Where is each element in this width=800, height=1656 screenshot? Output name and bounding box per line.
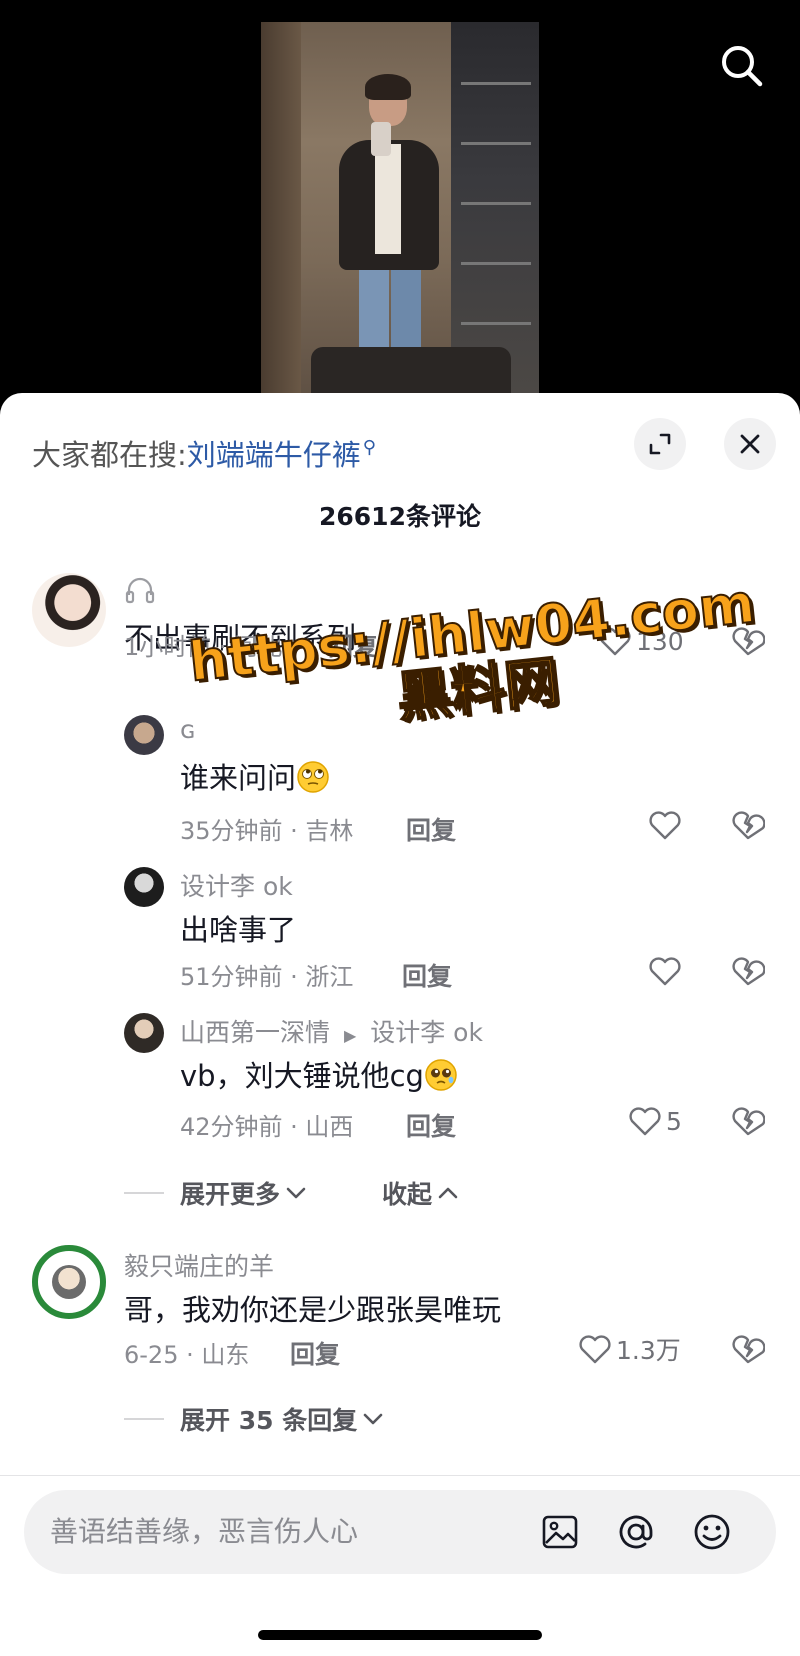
comment-username[interactable]: 毅只端庄的羊 [124,1247,274,1283]
chevron-up-icon [438,1187,458,1199]
heart-icon [629,1107,661,1136]
dislike-button[interactable] [728,1329,768,1369]
listening-icon [124,575,156,611]
comment-text: 谁来问问 [180,755,330,797]
dislike-button[interactable] [728,1101,768,1141]
avatar[interactable] [32,573,106,647]
broken-heart-icon [732,1107,765,1136]
image-button[interactable] [540,1512,580,1552]
reply-button[interactable]: 回复 [290,1335,340,1371]
reply-button[interactable]: 回复 [406,1107,456,1143]
hot-search-magnifier-icon: ⚲ [362,436,376,458]
comment-username[interactable]: ɢ [180,715,196,744]
chevron-down-icon [286,1187,306,1199]
avatar[interactable] [124,867,164,907]
like-button[interactable] [648,805,686,845]
like-button[interactable]: 5 [628,1101,682,1141]
comment-time-location: 6-25 · 山东 [124,1341,250,1369]
search-icon [722,46,763,87]
video-background-door [261,22,301,420]
video-frame[interactable] [261,22,539,420]
heart-icon [579,1335,611,1364]
search-button[interactable] [716,40,768,92]
comment-input[interactable]: 善语结善缘，恶言伤人心 [24,1490,776,1574]
hot-search-prefix: 大家都在搜: [32,438,187,472]
broken-heart-icon [732,627,765,656]
expand-icon [649,433,671,455]
comment-time-location: 1小时前 · 河北 [124,633,283,661]
like-count: 1.3万 [616,1336,681,1365]
avatar[interactable] [124,715,164,755]
heart-icon [599,627,631,656]
video-player[interactable] [0,0,800,420]
expand-more-button[interactable]: 展开更多 [124,1175,308,1211]
comment-text-content: vb，刘大锤说他cg [180,1059,424,1093]
hot-search-term[interactable]: 刘端端牛仔裤 [187,432,361,474]
expand-replies-button[interactable]: 展开 35 条回复 [124,1401,385,1437]
like-count: 5 [666,1106,682,1136]
smiley-icon [694,1514,730,1550]
like-button[interactable]: 1.3万 [578,1329,681,1369]
collapse-label: 收起 [382,1180,433,1209]
input-divider [0,1475,800,1476]
home-indicator[interactable] [258,1630,542,1640]
rolling-eyes-emoji-icon [297,761,329,793]
expand-replies-label: 展开 35 条回复 [180,1406,358,1435]
comment-text-content: 谁来问问 [180,761,297,795]
comment-username[interactable]: 设计李 ok [180,867,293,903]
reply-arrow-icon: ▶ [343,1026,357,1045]
comment-time-location: 42分钟前 · 山西 [180,1113,354,1141]
chevron-down-icon [363,1413,383,1425]
reply-button[interactable]: 回复 [328,627,378,663]
at-sign-icon [619,1515,653,1549]
pleading-face-emoji-icon [425,1059,457,1091]
mention-button[interactable] [616,1512,656,1552]
video-person [331,52,441,382]
heart-icon [649,957,681,986]
divider-dash [124,1418,164,1420]
comment-text: 出啥事了 [180,913,297,947]
close-sheet-button[interactable] [724,418,776,470]
comment-text: vb，刘大锤说他cg [180,1053,458,1095]
like-count: 130 [636,626,684,656]
collapse-button[interactable]: 收起 [382,1175,460,1211]
reply-button[interactable]: 回复 [402,957,452,993]
broken-heart-icon [732,811,765,840]
heart-icon [649,811,681,840]
like-button[interactable]: 130 [598,621,684,661]
close-icon [740,434,760,454]
broken-heart-icon [732,957,765,986]
comment-time-location: 35分钟前 · 吉林 [180,817,354,845]
reply-button[interactable]: 回复 [406,811,456,847]
image-icon [542,1515,578,1549]
hot-search-bar[interactable]: 大家都在搜: 刘端端牛仔裤 ⚲ [32,433,376,473]
dislike-button[interactable] [728,805,768,845]
like-button[interactable] [648,951,686,991]
expand-sheet-button[interactable] [634,418,686,470]
comments-sheet: 大家都在搜: 刘端端牛仔裤 ⚲ 26612条评论 不出事刷不到系列 1小时前 ·… [0,393,800,1656]
reply-to-username[interactable]: 设计李 ok [370,1018,483,1047]
emoji-button[interactable] [692,1512,732,1552]
expand-more-label: 展开更多 [180,1180,281,1209]
comment-input-placeholder: 善语结善缘，恶言伤人心 [50,1515,359,1548]
dislike-button[interactable] [728,951,768,991]
avatar[interactable] [124,1013,164,1053]
dislike-button[interactable] [728,621,768,661]
comment-time-location: 51分钟前 · 浙江 [180,963,354,991]
broken-heart-icon [732,1335,765,1364]
comment-text: 哥，我劝你还是少跟张昊唯玩 [124,1293,502,1327]
comment-username[interactable]: 山西第一深情 [180,1018,330,1047]
comment-count: 26612条评论 [319,502,481,531]
divider-dash [124,1192,164,1194]
comment-username-row: 山西第一深情 ▶ 设计李 ok [180,1013,483,1049]
avatar[interactable] [32,1245,106,1319]
